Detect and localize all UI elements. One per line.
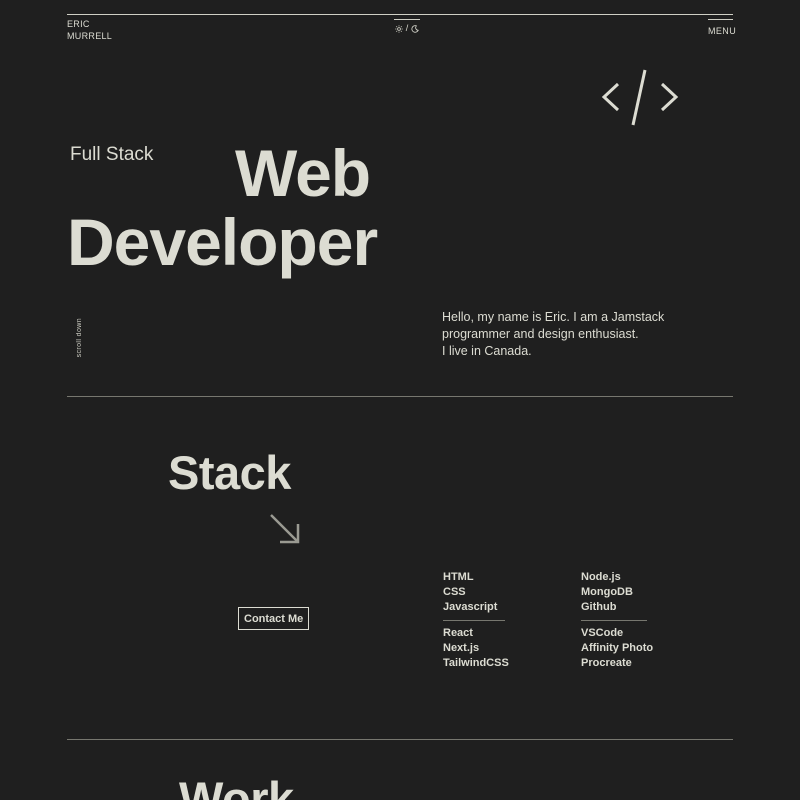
stack-item: Javascript — [443, 601, 498, 613]
stack-list-right: Node.js MongoDB Github VSCode Affinity P… — [581, 570, 711, 671]
hero-title-line1: Web — [235, 136, 371, 210]
hero-title-line2: Developer — [67, 205, 378, 279]
theme-separator: / — [405, 23, 409, 33]
header-rule — [67, 14, 733, 15]
brand-first-name: ERIC — [67, 19, 90, 29]
arrow-down-right-icon — [268, 512, 302, 551]
intro-line: I live in Canada. — [442, 344, 532, 358]
stack-heading: Stack — [168, 446, 291, 499]
section-divider — [67, 739, 733, 740]
stack-item: VSCode — [581, 627, 624, 639]
stack-item: TailwindCSS — [443, 657, 509, 669]
stack-item: Github — [581, 601, 617, 613]
hero-subtitle: Full Stack — [70, 144, 154, 165]
sun-icon[interactable] — [395, 23, 406, 33]
stack-item: MongoDB — [581, 586, 633, 598]
stack-group: VSCode Affinity Photo Procreate — [581, 626, 654, 671]
page: ERIC MURRELL / MENU Full Stack Web Devel… — [0, 0, 800, 800]
stack-group: React Next.js TailwindCSS — [443, 626, 509, 671]
stack-item: Node.js — [581, 571, 621, 583]
stack-group: HTML CSS Javascript — [443, 570, 505, 621]
theme-toggle[interactable]: / — [394, 19, 420, 34]
menu-button[interactable]: MENU — [708, 19, 736, 36]
brand-last-name: MURRELL — [67, 31, 113, 41]
scroll-down-label[interactable]: scroll down — [76, 318, 83, 357]
stack-group: Node.js MongoDB Github — [581, 570, 647, 621]
stack-item: HTML — [443, 571, 474, 583]
stack-item: CSS — [443, 586, 466, 598]
intro-text: Hello, my name is Eric. I am a Jamstack … — [442, 309, 702, 360]
contact-me-button[interactable]: Contact Me — [238, 607, 310, 630]
brand-logo[interactable]: ERIC MURRELL — [67, 18, 112, 42]
work-heading: Work — [179, 772, 294, 800]
stack-item: Procreate — [581, 657, 632, 669]
moon-icon[interactable] — [411, 23, 419, 33]
stack-item: Affinity Photo — [581, 642, 654, 654]
intro-line: programmer and design enthusiast. — [442, 327, 639, 341]
stack-item: React — [443, 627, 473, 639]
stack-item: Next.js — [443, 642, 480, 654]
section-divider — [67, 396, 733, 397]
stack-list-left: HTML CSS Javascript React Next.js Tailwi… — [443, 570, 573, 671]
code-icon — [600, 68, 680, 133]
intro-line: Hello, my name is Eric. I am a Jamstack — [442, 310, 665, 324]
